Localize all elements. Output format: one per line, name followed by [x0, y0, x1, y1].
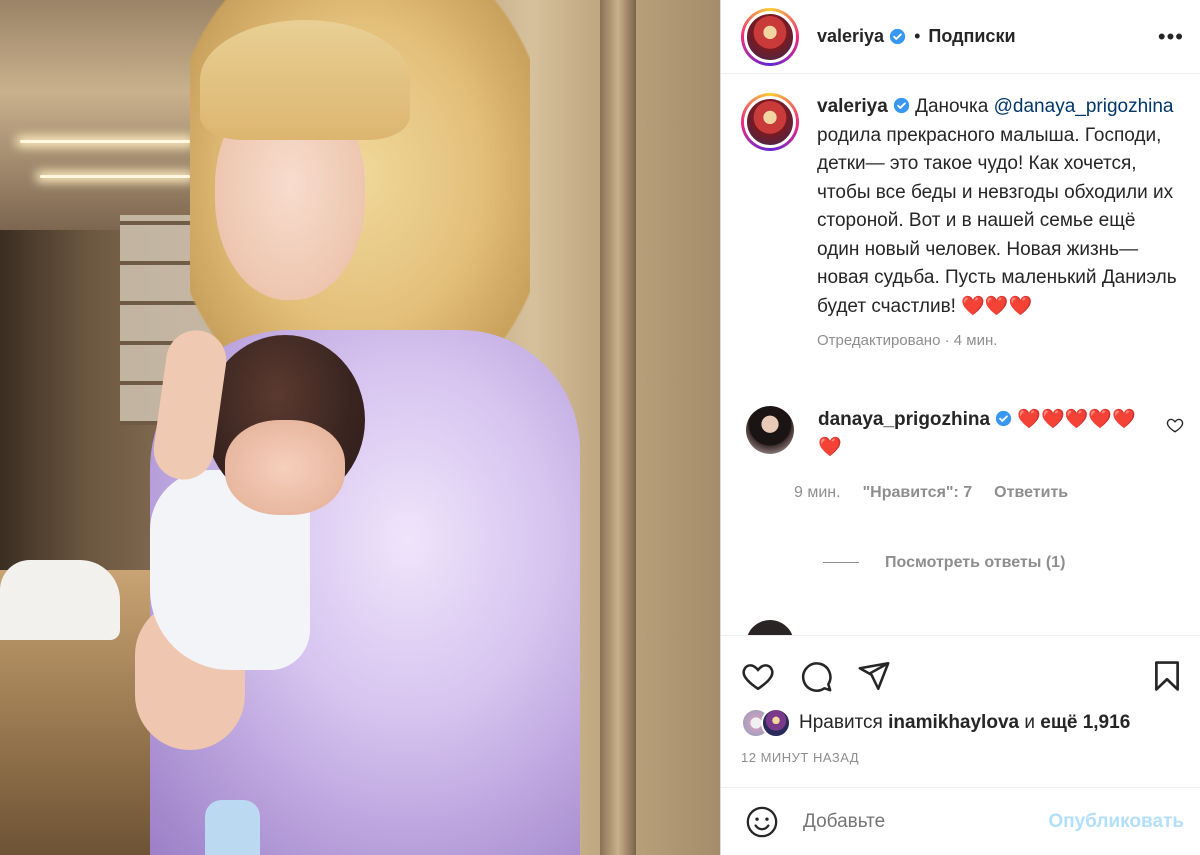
- verified-badge-icon: [995, 410, 1012, 426]
- caption: valeriya Даночка @danaya_prigozhina роди…: [741, 93, 1184, 356]
- reply-button[interactable]: Ответить: [994, 484, 1068, 502]
- view-replies-button[interactable]: Посмотреть ответы (1): [823, 554, 1184, 572]
- post-actions: Нравится inamikhaylova и ещё 1,916 12 МИ…: [721, 635, 1200, 765]
- more-options-icon[interactable]: •••: [1158, 25, 1184, 48]
- author-username[interactable]: valeriya: [817, 26, 884, 47]
- comments-section[interactable]: valeriya Даночка @danaya_prigozhina роди…: [721, 75, 1200, 635]
- header-separator: •: [914, 26, 921, 46]
- verified-badge-icon: [893, 97, 909, 114]
- publish-button[interactable]: Опубликовать: [1048, 811, 1184, 833]
- caption-username[interactable]: valeriya: [817, 96, 888, 117]
- comment-likes-count[interactable]: "Нравится": 7: [863, 484, 973, 502]
- likes-summary[interactable]: Нравится inamikhaylova и ещё 1,916: [741, 708, 1184, 738]
- post-view: valeriya • Подписки ••• valeriya Даночка…: [0, 0, 1200, 855]
- photo-bg-light: [20, 140, 190, 143]
- liker-username[interactable]: inamikhaylova: [888, 712, 1019, 733]
- verified-badge-icon: [889, 28, 906, 45]
- caption-text: valeriya Даночка @danaya_prigozhina роди…: [817, 93, 1177, 321]
- author-avatar[interactable]: [741, 7, 799, 66]
- liker-avatar: [761, 708, 791, 738]
- comment-input[interactable]: [803, 810, 1049, 833]
- commenter-username[interactable]: danaya_prigozhina: [818, 409, 990, 430]
- photo-bangs: [200, 20, 410, 140]
- comment-like-heart-icon[interactable]: [1166, 416, 1184, 434]
- post-photo[interactable]: [0, 0, 720, 855]
- action-icons: [741, 636, 1184, 716]
- photo-baby-sock: [205, 800, 260, 855]
- like-heart-icon[interactable]: [741, 659, 775, 693]
- caption-meta: Отредактировано · 4 мин.: [817, 332, 998, 349]
- caption-body-start: Даночка: [915, 96, 994, 117]
- photo-bg-door-edge: [600, 0, 636, 855]
- caption-mention-link[interactable]: @danaya_prigozhina: [994, 96, 1174, 117]
- photo-baby-face: [225, 420, 345, 515]
- caption-author-avatar[interactable]: [741, 93, 799, 151]
- following-button[interactable]: Подписки: [928, 26, 1015, 47]
- replies-divider-line: [823, 562, 859, 563]
- likes-prefix: Нравится: [799, 712, 883, 733]
- emoji-smile-icon[interactable]: [745, 805, 779, 839]
- comment-composer: Опубликовать: [721, 787, 1200, 855]
- likes-others-count[interactable]: ещё 1,916: [1040, 712, 1130, 733]
- caption-time[interactable]: 4 мин.: [954, 332, 998, 349]
- comment-text: danaya_prigozhina ❤️❤️❤️❤️❤️❤️: [818, 406, 1148, 462]
- comment-bubble-icon[interactable]: [799, 659, 833, 693]
- commenter-avatar[interactable]: [746, 405, 794, 454]
- photo-bg-light: [40, 175, 190, 178]
- next-comment-avatar[interactable]: [746, 620, 794, 635]
- likes-middle: и: [1024, 712, 1035, 733]
- post-timestamp[interactable]: 12 МИНУТ НАЗАД: [741, 750, 1184, 765]
- save-bookmark-icon[interactable]: [1150, 659, 1184, 693]
- post-header: valeriya • Подписки •••: [721, 0, 1200, 74]
- post-side-panel: valeriya • Подписки ••• valeriya Даночка…: [720, 0, 1200, 855]
- share-paper-plane-icon[interactable]: [857, 659, 891, 693]
- caption-body-end: родила прекрасного малыша. Господи, детк…: [817, 124, 1177, 317]
- view-replies-label: Посмотреть ответы (1): [885, 553, 1066, 571]
- comment-item: danaya_prigozhina ❤️❤️❤️❤️❤️❤️ 9 мин. "Н…: [741, 405, 1184, 502]
- edited-label: Отредактировано: [817, 332, 941, 349]
- photo-bg-linen: [0, 560, 120, 640]
- likes-text: Нравится inamikhaylova и ещё 1,916: [799, 712, 1130, 734]
- comment-meta: 9 мин. "Нравится": 7 Ответить: [794, 484, 1148, 502]
- comment-time[interactable]: 9 мин.: [794, 484, 841, 502]
